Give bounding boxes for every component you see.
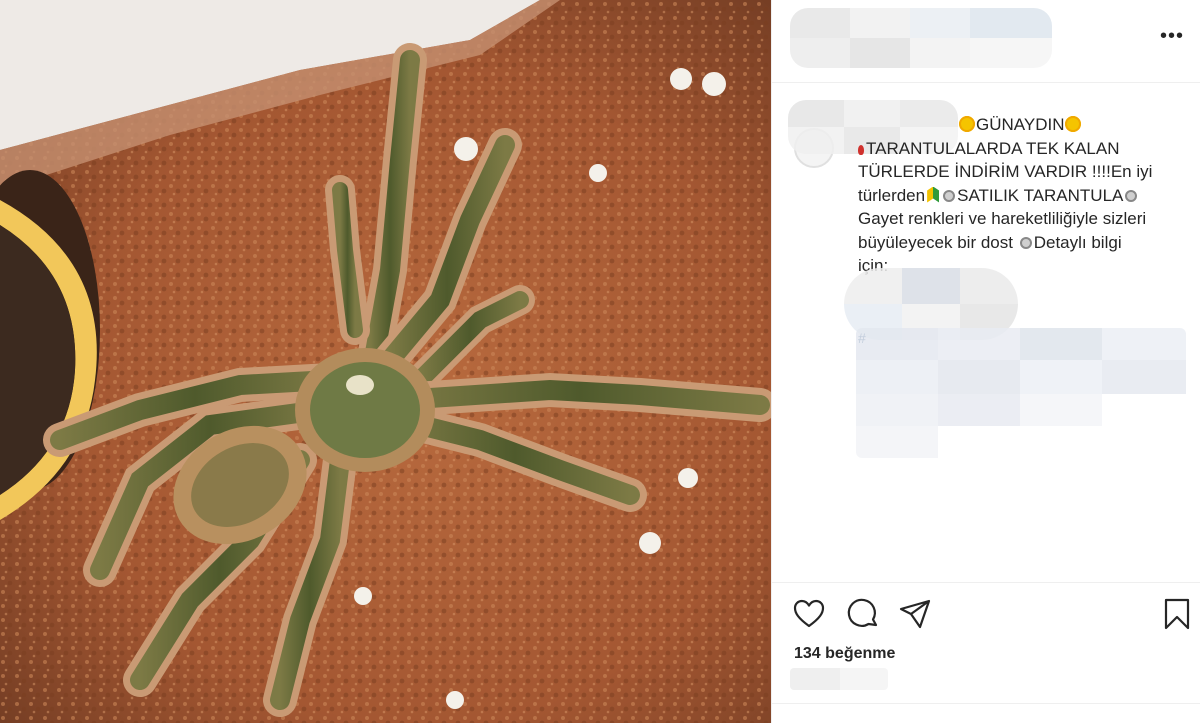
hashtags-blurred[interactable] xyxy=(856,328,1186,458)
username-blurred xyxy=(790,8,1052,68)
caption-line-5: Gayet renkleri ve hareketliliğiyle sizle… xyxy=(858,209,1147,228)
heart-icon xyxy=(793,599,825,628)
likes-count[interactable]: 134 beğenme xyxy=(794,645,895,663)
post-caption: GÜNAYDIN TARANTULALARDA TEK KALAN TÜRLER… xyxy=(858,113,1188,278)
sun-icon xyxy=(959,116,975,132)
caption-line-3: TÜRLERDE İNDİRİM VARDIR !!!!En iyi xyxy=(858,162,1153,181)
pin-icon xyxy=(858,144,864,155)
caption-line-4: türlerden SATILIK TARANTULA xyxy=(858,184,1188,208)
caption-greeting: GÜNAYDIN xyxy=(976,115,1065,134)
caption-text-6a: büyüleyecek bir dost xyxy=(858,232,1013,252)
spider-icon xyxy=(1125,189,1138,202)
caption-text-4b: SATILIK TARANTULA xyxy=(957,185,1124,205)
send-icon xyxy=(899,599,931,629)
bookmark-icon xyxy=(1164,598,1190,630)
post-image xyxy=(0,0,771,723)
spider-icon xyxy=(943,189,956,202)
caption-line-2: TARANTULALARDA TEK KALAN xyxy=(858,137,1188,161)
beginner-icon xyxy=(927,186,940,203)
comment-button[interactable] xyxy=(846,597,880,631)
caption-text-2: TARANTULALARDA TEK KALAN xyxy=(866,138,1120,158)
sun-icon xyxy=(1065,116,1082,132)
spider-icon xyxy=(1019,236,1032,249)
more-horizontal-icon: ••• xyxy=(1159,25,1184,47)
more-options-button[interactable]: ••• xyxy=(1158,22,1186,50)
caption-line-6: büyüleyecek bir dost Detaylı bilgi xyxy=(858,231,1188,255)
caption-line-1: GÜNAYDIN xyxy=(858,113,1188,137)
save-button[interactable] xyxy=(1160,597,1194,631)
post-actions: 134 beğenme xyxy=(772,582,1200,723)
comment-icon xyxy=(847,598,878,627)
comment-bar xyxy=(772,703,1200,723)
post-sidebar: ••• GÜNAYDIN TARANTULALARDA TEK KALAN TÜ… xyxy=(771,0,1200,723)
share-button[interactable] xyxy=(898,597,932,631)
caption-text-4a: türlerden xyxy=(858,185,926,205)
caption-text-6b: Detaylı bilgi xyxy=(1033,232,1122,252)
tarantula-photo xyxy=(0,0,771,723)
post-header: ••• xyxy=(772,0,1200,83)
timestamp-blurred xyxy=(790,668,888,690)
like-button[interactable] xyxy=(792,597,826,631)
